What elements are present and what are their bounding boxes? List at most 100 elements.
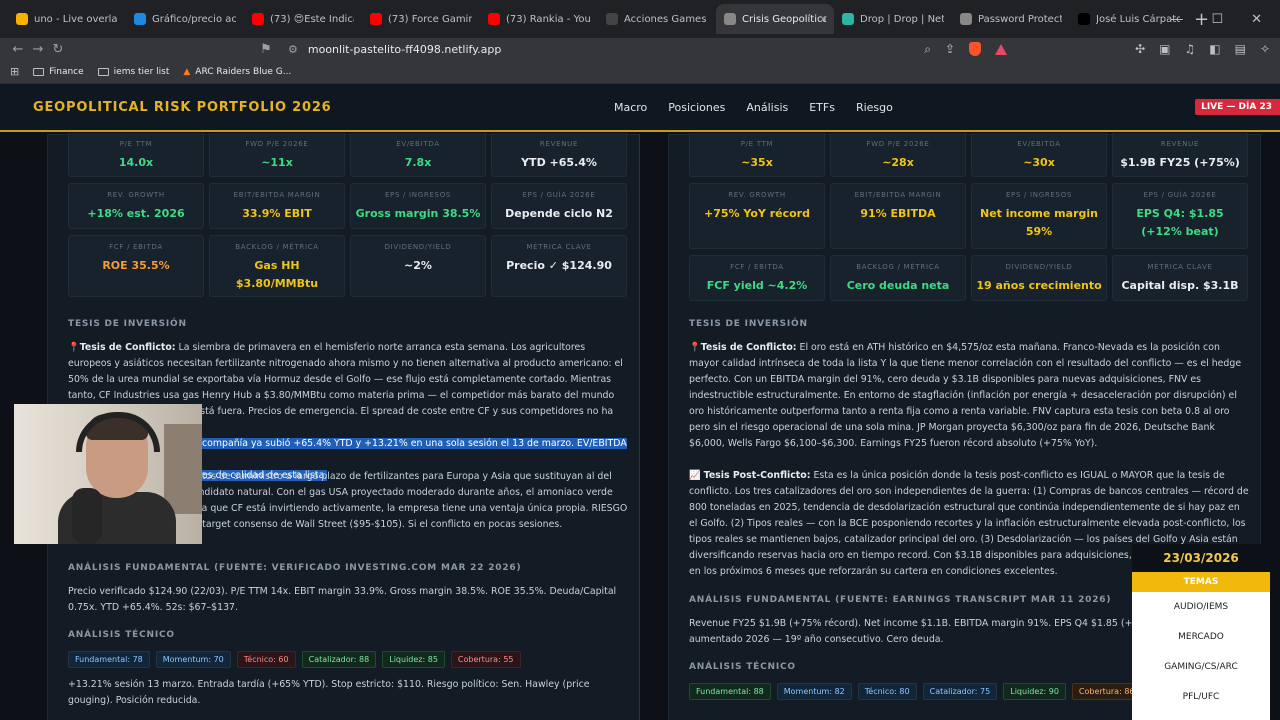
browser-tab[interactable]: Acciones Games Worki: [598, 4, 716, 34]
tab-title: Acciones Games Worki: [624, 13, 708, 25]
topic-item[interactable]: AUDIO/IEMS: [1132, 592, 1270, 622]
netlify-icon: [842, 13, 854, 25]
menu-macro[interactable]: Macro: [614, 101, 647, 114]
score-tag: Fundamental: 88: [689, 683, 771, 700]
site-brand[interactable]: GEOPOLITICAL RISK PORTFOLIO 2026: [33, 100, 332, 115]
wallet-icon[interactable]: ▤: [1235, 42, 1246, 56]
metric-label: EPS / INGRESOS: [1005, 191, 1073, 199]
metric-value: +18% est. 2026: [87, 207, 185, 220]
thesis-heading: TESIS DE INVERSIÓN: [689, 319, 808, 329]
browser-tab[interactable]: Crisis Geopolítica ✕: [716, 4, 834, 34]
metric-card: EV/EBITDA ~30x: [971, 133, 1107, 177]
metrics-grid-left: P/E TTM 14.0x FWD P/E 2026E ~11x EV/EBITDA 7.…: [68, 133, 628, 297]
browser-tab[interactable]: Gráfico/precio accione: [126, 4, 244, 34]
pin-icon: 📍: [68, 342, 80, 353]
brave-rewards-icon[interactable]: [995, 43, 1008, 55]
metric-card: MÉTRICA CLAVE Precio ✓ $124.90: [491, 235, 627, 297]
metric-card: P/E TTM 14.0x: [68, 133, 204, 177]
technical-heading: ANÁLISIS TÉCNICO: [689, 662, 796, 672]
menu-riesgo[interactable]: Riesgo: [856, 101, 893, 114]
metric-card: BACKLOG / MÉTRICA Cero deuda neta: [830, 255, 966, 301]
score-tag: Técnico: 80: [857, 683, 917, 700]
metric-label: MÉTRICA CLAVE: [1147, 263, 1213, 271]
metric-label: EBIT/EBITDA MARGIN: [854, 191, 942, 199]
metric-card: EV/EBITDA 7.8x: [350, 133, 486, 177]
folder-icon: [33, 67, 45, 76]
metrics-grid-right: P/E TTM ~35x FWD P/E 2026E ~28x EV/EBITDA ~30…: [689, 133, 1249, 301]
score-tags-left: Fundamental: 78 Momentum: 70 Técnico: 60 Ca…: [68, 651, 521, 668]
url-text[interactable]: moonlit-pastelito-ff4098.netlify.app: [308, 43, 501, 56]
score-tag: Liquidez: 85: [382, 651, 445, 668]
forward-icon[interactable]: →: [28, 42, 48, 57]
metric-value: $1.9B FY25 (+75%): [1120, 156, 1240, 169]
close-window-icon[interactable]: ✕: [1251, 12, 1262, 27]
brave-shield-icon[interactable]: [969, 42, 982, 56]
metric-value: ~30x: [1023, 156, 1055, 169]
minimize-icon[interactable]: —: [1170, 12, 1183, 27]
metric-card: EPS / GUÍA 2026E Depende ciclo N2: [491, 183, 627, 229]
topics-widget: 23/03/2026 TEMAS AUDIO/IEMS MERCADO GAMI…: [1132, 544, 1270, 720]
site-info-icon[interactable]: ⚙: [288, 43, 298, 56]
toolbar-right: ⌕ ⇪ ✣ ▣ ♫ ◧ ▤ ✧: [924, 38, 1270, 60]
screenshot-icon[interactable]: ▣: [1159, 42, 1170, 56]
metric-card: BACKLOG / MÉTRICA Gas HH $3.80/MMBtu: [209, 235, 345, 297]
browser-tab[interactable]: (73) Force Gaming - Yo: [362, 4, 480, 34]
metric-card: FCF / EBITDA ROE 35.5%: [68, 235, 204, 297]
bookmark-icon[interactable]: ⚑: [256, 42, 276, 57]
zoom-icon[interactable]: ⌕: [924, 42, 931, 57]
score-tag: Técnico: 60: [236, 651, 296, 668]
metric-card: P/E TTM ~35x: [689, 133, 825, 177]
bookmark-iems[interactable]: iems tier list: [97, 67, 169, 77]
youtube-icon: [370, 13, 382, 25]
metric-value: 33.9% EBIT: [242, 207, 312, 220]
share-icon[interactable]: ⇪: [945, 42, 955, 56]
metric-card: DIVIDEND/YIELD ~2%: [350, 235, 486, 297]
browser-tab[interactable]: (73) Rankia - YouTube: [480, 4, 598, 34]
browser-tab[interactable]: Password Protection: [952, 4, 1070, 34]
metric-label: P/E TTM: [119, 140, 153, 148]
metric-card: FWD P/E 2026E ~11x: [209, 133, 345, 177]
extensions-icon[interactable]: ✣: [1135, 42, 1145, 56]
topic-item[interactable]: GAMING/CS/ARC: [1132, 652, 1270, 682]
metric-value: 14.0x: [118, 156, 154, 169]
maximize-icon[interactable]: ☐: [1211, 12, 1223, 27]
metric-value: Cero deuda neta: [846, 279, 950, 292]
media-icon[interactable]: ♫: [1184, 42, 1195, 56]
url-field[interactable]: ⚙ moonlit-pastelito-ff4098.netlify.app: [288, 38, 501, 60]
technical-text: +13.21% sesión 13 marzo. Entrada tardía …: [68, 679, 590, 706]
metric-card: REV. GROWTH +18% est. 2026: [68, 183, 204, 229]
technical-heading: ANÁLISIS TÉCNICO: [68, 630, 175, 640]
bookmark-arc-raiders[interactable]: ▲ ARC Raiders Blue G...: [183, 67, 291, 77]
browser-tab[interactable]: uno - Live overlays fo: [8, 4, 126, 34]
tab-title: Gráfico/precio accione: [152, 13, 236, 25]
browser-tab[interactable]: Drop | Drop | Netlify: [834, 4, 952, 34]
menu-analisis[interactable]: Análisis: [746, 101, 788, 114]
apps-grid-icon[interactable]: ⊞: [10, 65, 19, 78]
microphone-icon: [72, 488, 102, 544]
close-tab-icon[interactable]: ✕: [819, 13, 828, 26]
bookmark-finance[interactable]: Finance: [33, 67, 84, 77]
topic-item[interactable]: PFL/UFC: [1132, 682, 1270, 712]
back-icon[interactable]: ←: [8, 42, 28, 57]
metric-value: +75% YoY récord: [704, 207, 810, 220]
sidebar-icon[interactable]: ◧: [1209, 42, 1220, 56]
bookmarks-bar: ⊞ Finance iems tier list ▲ ARC Raiders Bl…: [0, 60, 1280, 84]
globe-icon: [960, 13, 972, 25]
metric-card: EBIT/EBITDA MARGIN 33.9% EBIT: [209, 183, 345, 229]
metric-value: ~11x: [261, 156, 293, 169]
metric-label: P/E TTM: [740, 140, 774, 148]
tab-title: (73) 😍Este Indicador: [270, 13, 354, 25]
metric-label: BACKLOG / MÉTRICA: [856, 263, 940, 271]
thesis-heading: TESIS DE INVERSIÓN: [68, 319, 187, 329]
metric-value: FCF yield ~4.2%: [706, 279, 808, 292]
menu-posiciones[interactable]: Posiciones: [668, 101, 725, 114]
leo-icon[interactable]: ✧: [1260, 42, 1270, 56]
browser-tab-strip: uno - Live overlays fo Gráfico/precio acc…: [0, 0, 1280, 38]
browser-tab[interactable]: (73) 😍Este Indicador: [244, 4, 362, 34]
menu-etfs[interactable]: ETFs: [809, 101, 835, 114]
metric-value: Precio ✓ $124.90: [506, 259, 612, 272]
topic-item[interactable]: MERCADO: [1132, 622, 1270, 652]
metric-card: EBIT/EBITDA MARGIN 91% EBITDA: [830, 183, 966, 249]
youtube-icon: [252, 13, 264, 25]
reload-icon[interactable]: ↻: [48, 42, 68, 57]
